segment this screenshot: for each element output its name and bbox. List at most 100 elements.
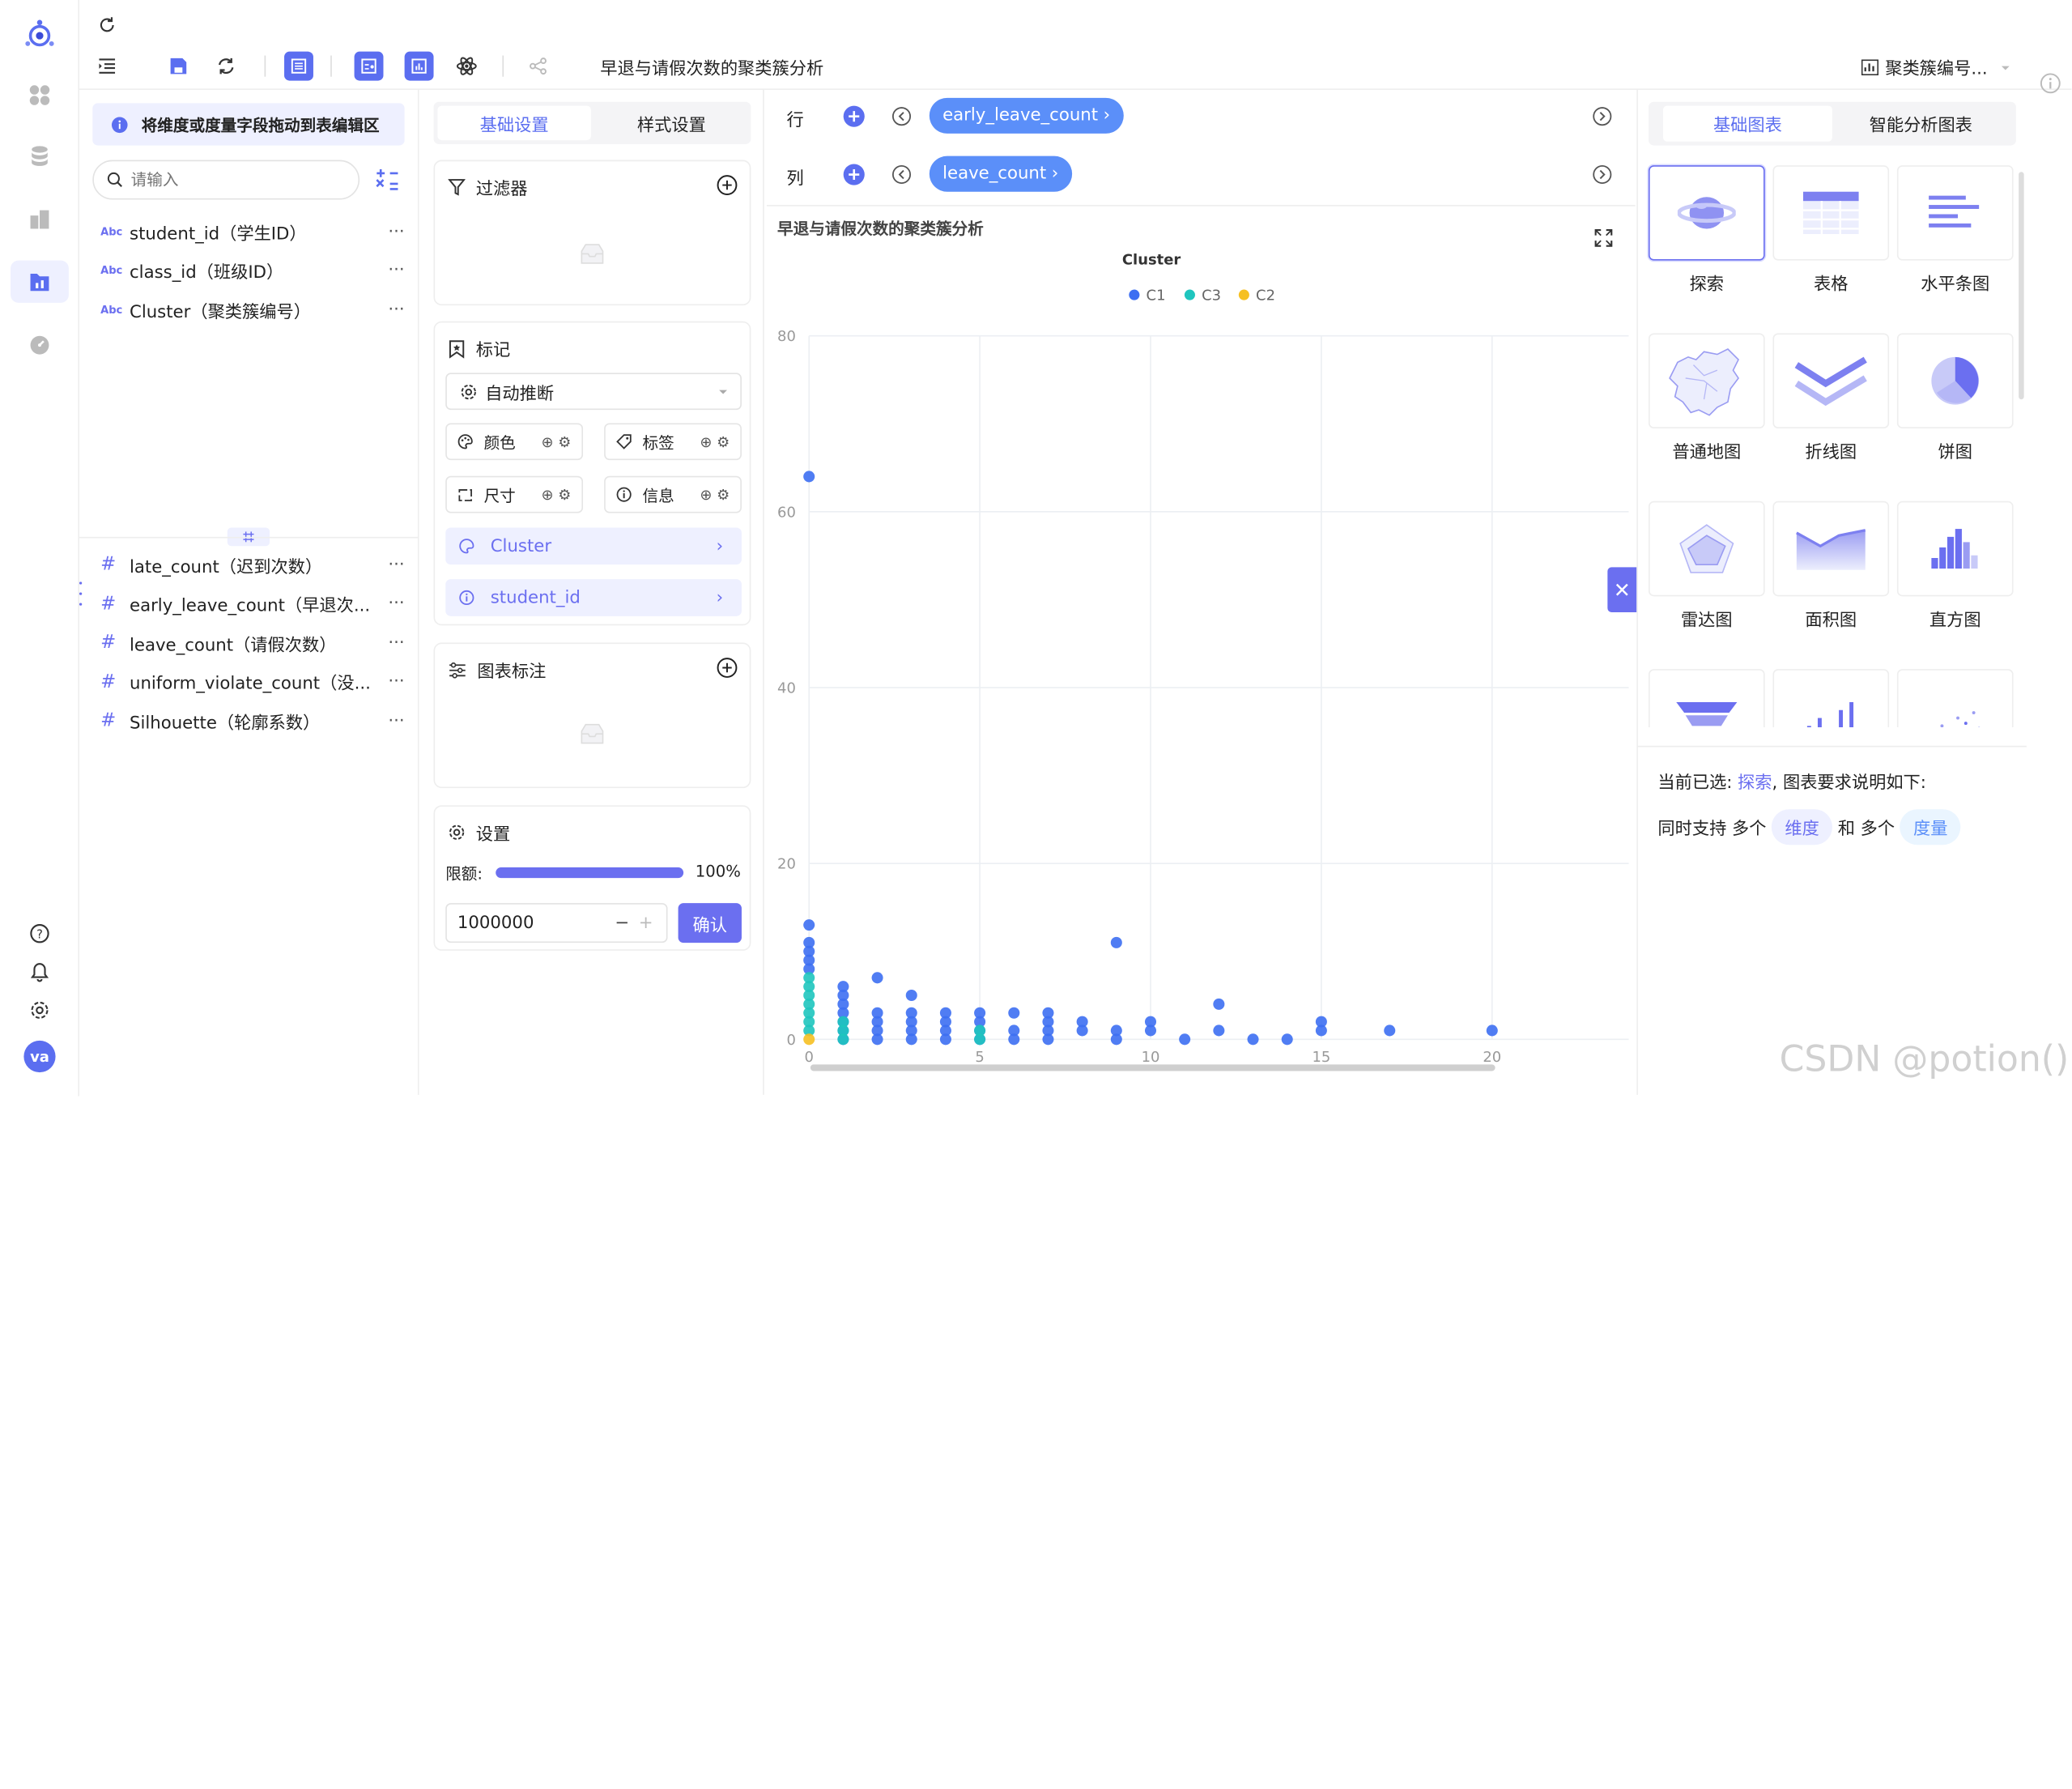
- gallery-scrollbar[interactable]: [2019, 172, 2024, 399]
- dimension-field[interactable]: AbcCluster（聚类簇编号）···: [100, 293, 405, 325]
- dashboard-icon[interactable]: [11, 74, 69, 116]
- encoding-student-id[interactable]: student_id ›: [445, 579, 742, 616]
- chevron-right-circle-icon[interactable]: [1592, 106, 1613, 127]
- add-filter-icon[interactable]: [715, 173, 738, 197]
- decrement-button[interactable]: −: [615, 913, 629, 932]
- horizontal-bar-icon: [1926, 190, 1985, 236]
- slot-actions-icon[interactable]: ⊕ ⚙: [541, 433, 571, 450]
- row-field-pill[interactable]: early_leave_count›: [930, 98, 1124, 134]
- chart-area: 早退与请假次数的聚类簇分析 02040608005101520ClusterC1…: [767, 207, 1636, 1095]
- info-icon[interactable]: [2039, 71, 2062, 95]
- thumb-radar[interactable]: [1649, 501, 1765, 597]
- more-icon[interactable]: ···: [388, 633, 404, 652]
- gallery-tabs: 基础图表 智能分析图表: [1649, 102, 2016, 146]
- close-panel-button[interactable]: [1607, 567, 1636, 612]
- chevron-left-icon[interactable]: [891, 106, 912, 127]
- thumb-map[interactable]: [1649, 333, 1765, 428]
- col-field-pill[interactable]: leave_count›: [930, 156, 1072, 192]
- data-point: [1316, 1024, 1327, 1036]
- thumb-pie[interactable]: [1897, 333, 2014, 428]
- tab-basic-charts[interactable]: 基础图表: [1663, 106, 1832, 142]
- settings-gear-icon[interactable]: [11, 989, 69, 1031]
- confirm-button[interactable]: 确认: [679, 903, 742, 943]
- palette-icon: [459, 539, 475, 555]
- limit-input[interactable]: 1000000 − +: [445, 903, 667, 943]
- sync-icon[interactable]: [214, 54, 237, 78]
- thumb-funnel[interactable]: [1649, 669, 1765, 727]
- color-slot[interactable]: 颜色 ⊕ ⚙: [445, 423, 583, 460]
- slot-actions-icon[interactable]: ⊕ ⚙: [541, 486, 571, 503]
- more-icon[interactable]: ···: [388, 221, 404, 241]
- size-slot[interactable]: 尺寸 ⊕ ⚙: [445, 476, 583, 513]
- save-icon[interactable]: [167, 54, 190, 78]
- thumb-line[interactable]: [1772, 333, 1889, 428]
- add-calculated-field-icon[interactable]: [372, 165, 402, 194]
- table-view-icon[interactable]: [284, 52, 313, 81]
- thumb-column[interactable]: [1772, 669, 1889, 727]
- bell-icon[interactable]: [11, 951, 69, 993]
- tab-style-settings[interactable]: 样式设置: [595, 106, 748, 140]
- monitor-icon[interactable]: [11, 324, 69, 366]
- tab-smart-charts[interactable]: 智能分析图表: [1836, 106, 2006, 142]
- dimension-field[interactable]: Abcclass_id（班级ID）···: [100, 254, 405, 286]
- more-icon[interactable]: ···: [388, 671, 404, 691]
- increment-button[interactable]: +: [639, 913, 653, 932]
- add-row-field-icon[interactable]: [844, 106, 865, 127]
- report-icon[interactable]: [11, 198, 69, 241]
- collapse-handle[interactable]: [77, 581, 83, 605]
- chart-type-select[interactable]: 聚类簇编号...: [1861, 54, 2014, 79]
- measure-field[interactable]: #early_leave_count（早退次...···: [100, 588, 405, 620]
- data-point: [1487, 1024, 1498, 1036]
- chevron-left-icon[interactable]: [891, 164, 912, 185]
- data-point: [1179, 1033, 1190, 1045]
- col-shelf-label: 列: [786, 164, 803, 189]
- data-point: [906, 990, 917, 1001]
- tab-basic-settings[interactable]: 基础设置: [437, 106, 590, 140]
- analysis-icon[interactable]: [11, 261, 69, 303]
- more-icon[interactable]: ···: [388, 711, 404, 731]
- thumb-explore[interactable]: [1649, 165, 1765, 261]
- chart-scrollbar: [811, 1064, 1495, 1071]
- info-slot[interactable]: 信息 ⊕ ⚙: [604, 476, 742, 513]
- chevron-right-circle-icon[interactable]: [1592, 164, 1613, 185]
- slot-actions-icon[interactable]: ⊕ ⚙: [700, 433, 730, 450]
- database-icon[interactable]: [11, 135, 69, 177]
- thumb-label: 探索: [1649, 270, 1765, 295]
- thumb-hbar[interactable]: [1897, 165, 2014, 261]
- slot-actions-icon[interactable]: ⊕ ⚙: [700, 486, 730, 503]
- measure-field[interactable]: #leave_count（请假次数）···: [100, 627, 405, 658]
- scatter-chart[interactable]: 02040608005101520ClusterC1C3C2: [767, 207, 1636, 1095]
- outdent-icon[interactable]: [96, 54, 119, 78]
- label-slot[interactable]: 标签 ⊕ ⚙: [604, 423, 742, 460]
- add-col-field-icon[interactable]: [844, 164, 865, 185]
- mark-type-select[interactable]: 自动推断: [445, 373, 742, 410]
- search-field[interactable]: [131, 171, 342, 190]
- dimension-field[interactable]: Abcstudent_id（学生ID）···: [100, 215, 405, 247]
- help-icon[interactable]: ?: [11, 913, 69, 955]
- user-avatar[interactable]: va: [11, 1035, 69, 1077]
- field-label: leave_count（请假次数）: [130, 630, 336, 655]
- app-logo[interactable]: [11, 13, 69, 55]
- atom-icon[interactable]: [455, 54, 479, 78]
- more-icon[interactable]: ···: [388, 555, 404, 574]
- add-annotation-icon[interactable]: [715, 656, 738, 679]
- encoding-cluster[interactable]: Cluster ›: [445, 527, 742, 564]
- thumb-table[interactable]: [1772, 165, 1889, 261]
- measure-field[interactable]: #late_count（迟到次数）···: [100, 549, 405, 581]
- more-icon[interactable]: ···: [388, 261, 404, 280]
- share-icon[interactable]: [526, 54, 550, 78]
- more-icon[interactable]: ···: [388, 594, 404, 613]
- config-view-icon[interactable]: [355, 52, 384, 81]
- chart-view-icon[interactable]: [405, 52, 434, 81]
- thumb-area[interactable]: [1772, 501, 1889, 597]
- measure-field[interactable]: #uniform_violate_count（没...···: [100, 666, 405, 697]
- shelves: 行 early_leave_count› 列 leave_count›: [767, 90, 1636, 207]
- refresh-icon[interactable]: [96, 13, 119, 36]
- measure-field[interactable]: #Silhouette（轮廓系数）···: [100, 705, 405, 736]
- chevron-down-icon: [717, 385, 730, 398]
- more-icon[interactable]: ···: [388, 300, 404, 319]
- thumb-scatter[interactable]: [1897, 669, 2014, 727]
- thumb-label: 雷达图: [1649, 606, 1765, 631]
- search-input[interactable]: [92, 160, 360, 200]
- thumb-histogram[interactable]: [1897, 501, 2014, 597]
